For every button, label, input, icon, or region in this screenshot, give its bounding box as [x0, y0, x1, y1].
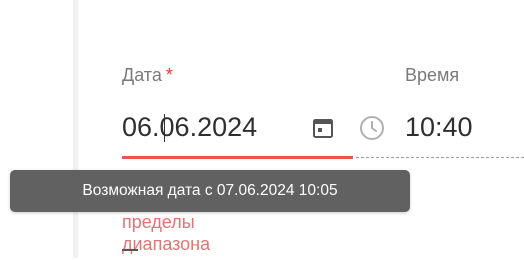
- date-label-text: Дата: [122, 65, 162, 85]
- date-input[interactable]: 06.06.2024: [122, 110, 257, 144]
- calendar-icon[interactable]: [312, 117, 334, 139]
- panel-divider: [73, 0, 78, 258]
- date-field[interactable]: 06.06.2024: [122, 104, 353, 156]
- date-label: Дата *: [122, 64, 173, 86]
- error-line-1: пределы: [122, 212, 195, 232]
- text-caret: [164, 114, 165, 142]
- date-error-underline: [122, 156, 353, 159]
- cropped-text-glyph: [122, 249, 138, 260]
- required-marker: *: [165, 65, 173, 85]
- date-range-tooltip: Возможная дата с 07.06.2024 10:05: [10, 170, 410, 212]
- time-underline: [356, 157, 524, 158]
- clock-icon[interactable]: [359, 115, 385, 141]
- left-panel: [0, 0, 73, 258]
- time-input[interactable]: 10:40: [405, 110, 473, 144]
- time-label: Время: [405, 65, 460, 85]
